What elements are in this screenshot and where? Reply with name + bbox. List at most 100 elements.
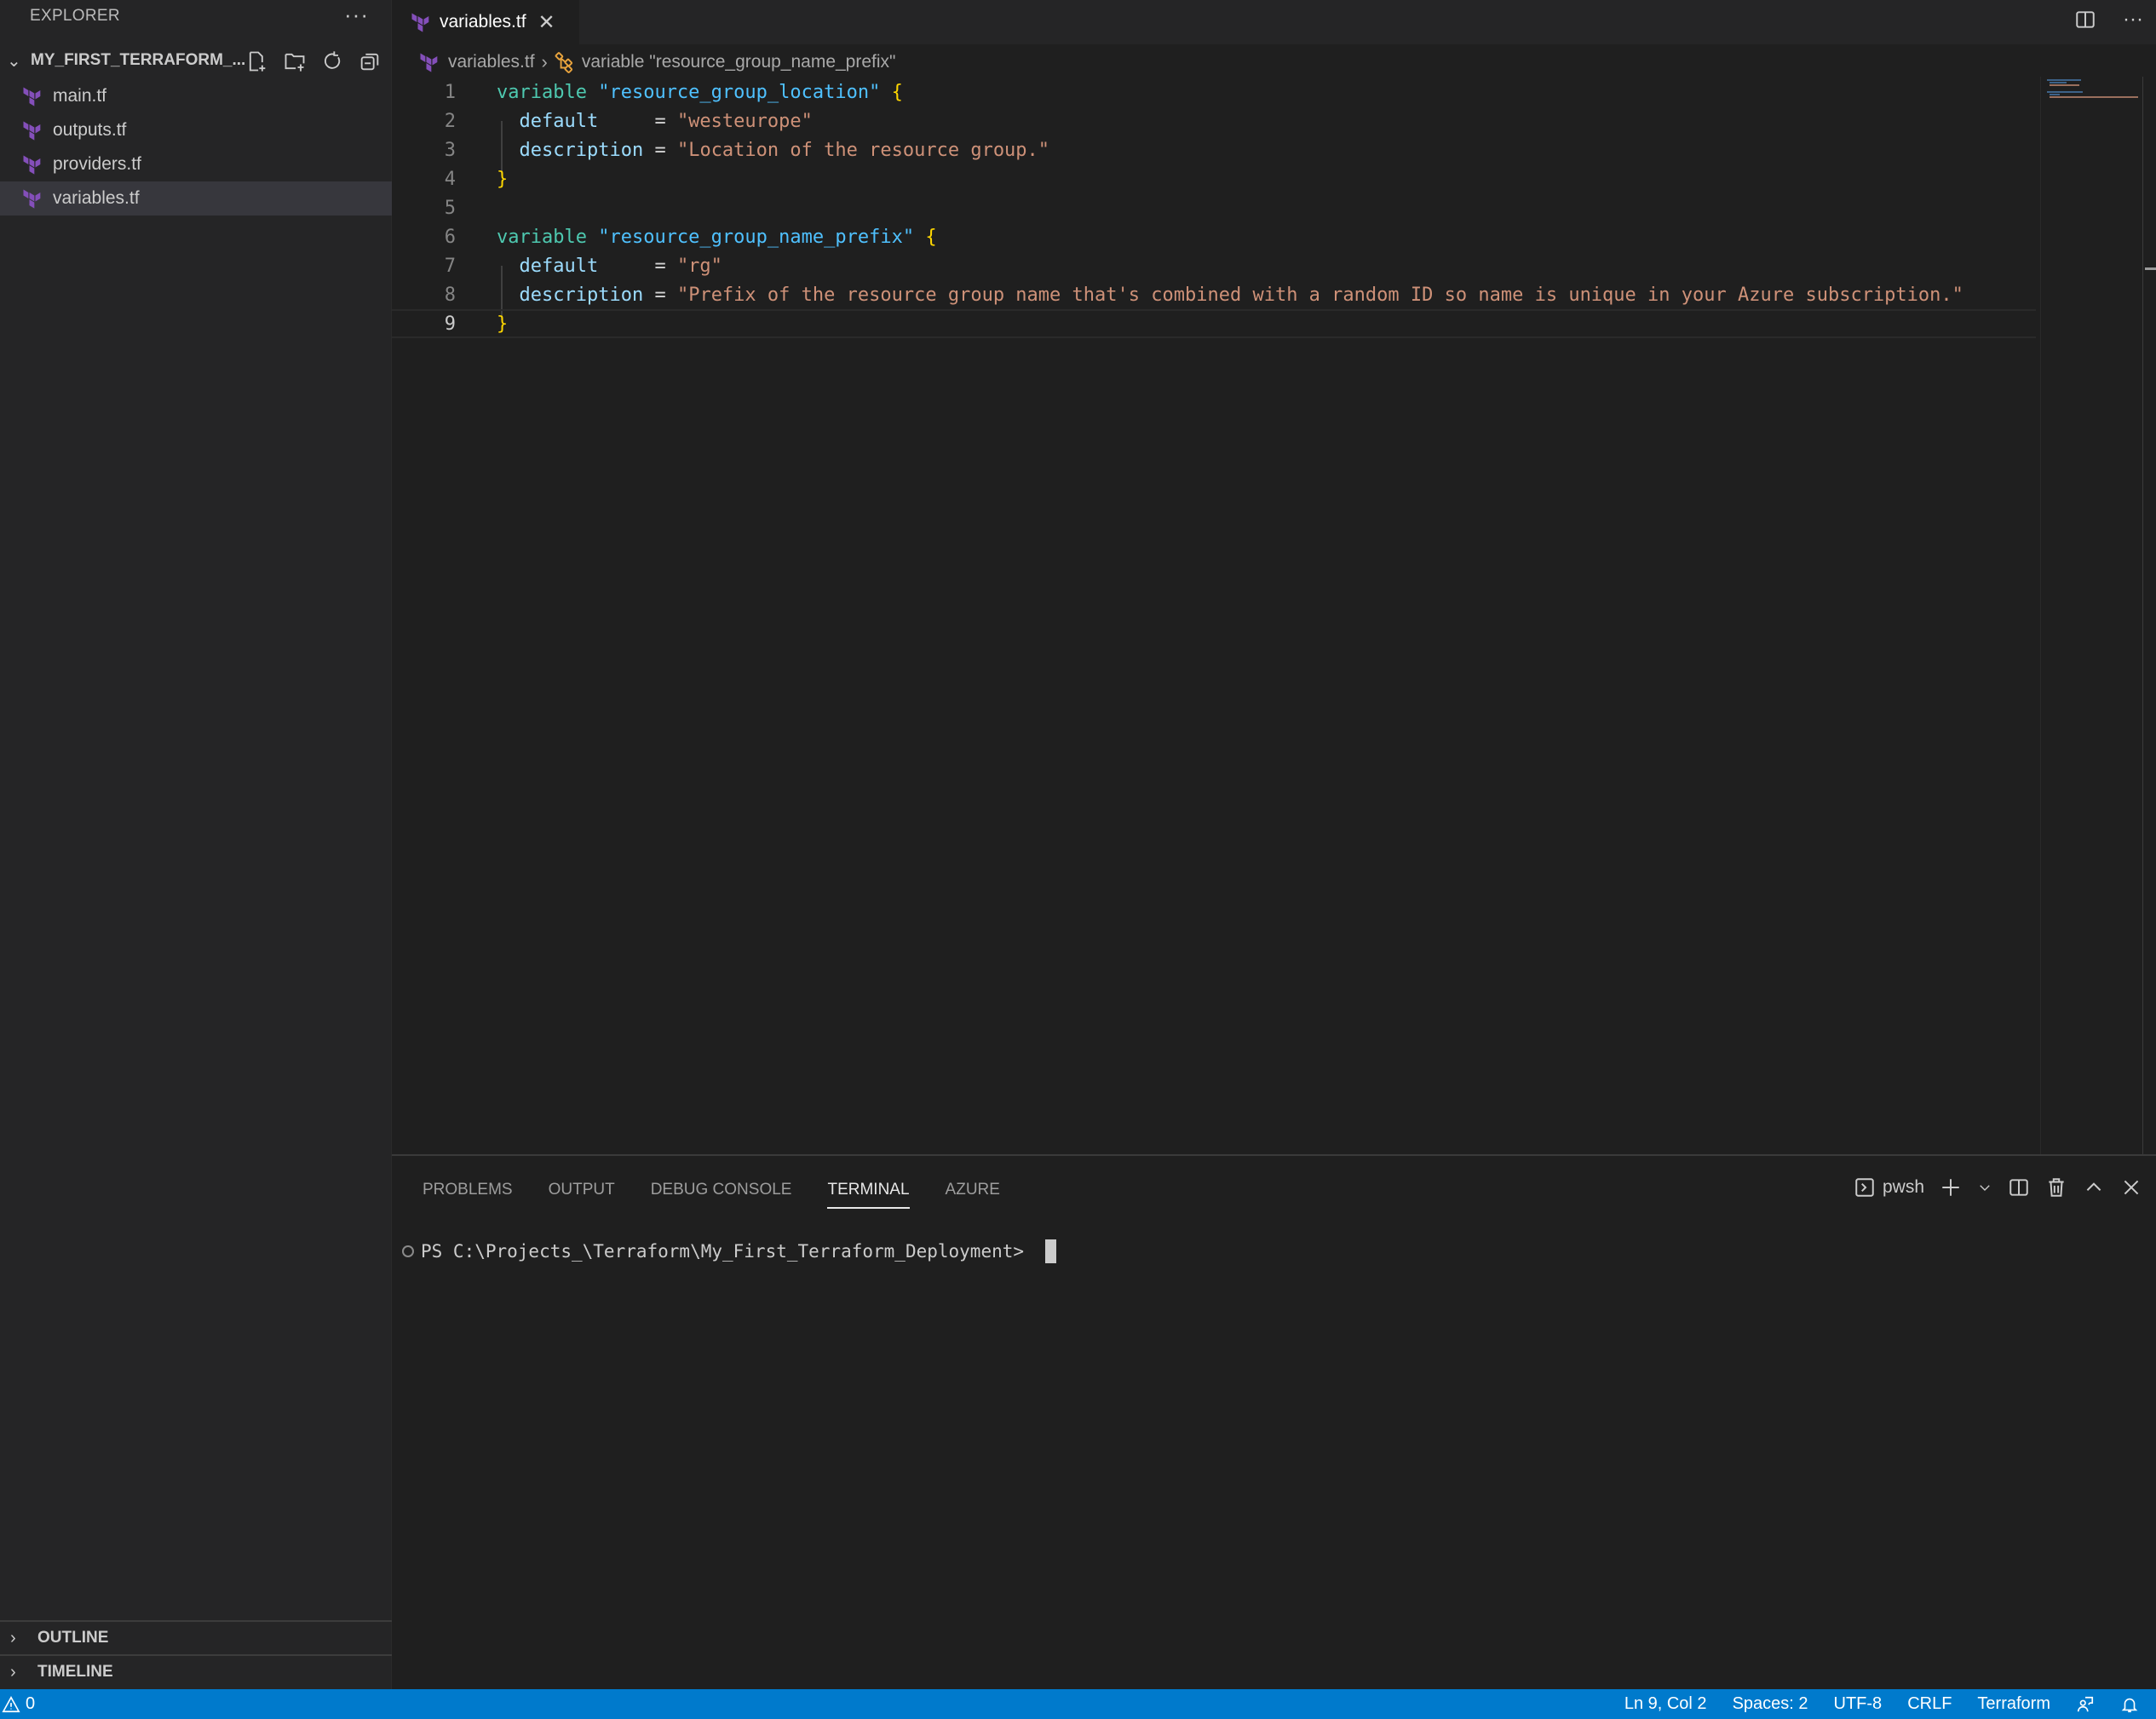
tab-variables-tf[interactable]: variables.tf ✕ (392, 0, 579, 44)
terminal-name: pwsh (1882, 1177, 1924, 1197)
problems-count: 0 (26, 1694, 36, 1713)
breadcrumb-symbol[interactable]: variable "resource_group_name_prefix" (582, 52, 896, 72)
terminal-instance-selector[interactable]: pwsh (1854, 1173, 1924, 1202)
editor-scrollbar[interactable] (2142, 77, 2156, 1154)
timeline-section-header[interactable]: › TIMELINE (0, 1654, 392, 1688)
problems-status[interactable]: 0 (0, 1694, 35, 1714)
maximize-panel-button[interactable] (2083, 1173, 2105, 1202)
code-line[interactable]: 9} (392, 309, 2036, 338)
timeline-label: TIMELINE (37, 1663, 113, 1681)
line-number: 2 (444, 110, 456, 132)
code-line[interactable]: 4} (392, 164, 2036, 193)
new-terminal-button[interactable] (1940, 1173, 1962, 1202)
split-terminal-button[interactable] (2008, 1173, 2030, 1202)
code-token: { (925, 226, 937, 248)
encoding-status[interactable]: UTF-8 (1834, 1694, 1883, 1714)
panel-tab-azure[interactable]: AZURE (946, 1175, 1000, 1209)
collapse-folders-button[interactable] (356, 48, 383, 75)
code-token: variable (497, 81, 587, 103)
breadcrumb-file[interactable]: variables.tf (448, 52, 535, 72)
split-editor-button[interactable] (2071, 5, 2100, 34)
code-token: variable (497, 226, 587, 248)
file-tree-item-main-tf[interactable]: main.tf (0, 79, 392, 113)
panel-tab-debug-console[interactable]: DEBUG CONSOLE (651, 1175, 792, 1209)
outline-section-header[interactable]: › OUTLINE (0, 1620, 392, 1654)
line-number: 4 (444, 168, 456, 190)
terminal-prompt: PS C:\Projects_\Terraform\My_First_Terra… (421, 1241, 1035, 1262)
code-token: = (643, 284, 677, 306)
notifications-button[interactable] (2120, 1695, 2139, 1714)
bottom-panel: PROBLEMS OUTPUT DEBUG CONSOLE TERMINAL A… (392, 1154, 2156, 1689)
workspace-folder-header[interactable]: ⌄ MY_FIRST_TERRAFORM_... (0, 46, 392, 75)
bell-icon (2121, 1698, 2138, 1712)
code-line[interactable]: 3 description = "Location of the resourc… (392, 135, 2036, 164)
line-number: 8 (444, 284, 456, 306)
line-number: 5 (444, 197, 456, 219)
chevron-down-icon: ⌄ (7, 51, 21, 71)
command-decoration-icon (402, 1245, 414, 1257)
minimap-line (2050, 84, 2079, 86)
code-text: } (497, 313, 508, 335)
code-line[interactable]: 5 (392, 193, 2036, 222)
minimap-line (2050, 96, 2138, 98)
tab-label: variables.tf (440, 12, 526, 32)
code-line[interactable]: 7 default = "rg" (392, 251, 2036, 280)
code-token: "Location of the resource group." (676, 139, 1050, 161)
line-number: 7 (444, 255, 456, 277)
workspace-folder-name: MY_FIRST_TERRAFORM_... (31, 51, 246, 69)
warning-icon (2, 1695, 20, 1712)
file-name: variables.tf (53, 188, 140, 208)
code-line[interactable]: 8 description = "Prefix of the resource … (392, 280, 2036, 309)
terminal-profile-dropdown[interactable] (1977, 1173, 1992, 1202)
file-tree-item-outputs-tf[interactable]: outputs.tf (0, 113, 392, 147)
panel-tab-problems[interactable]: PROBLEMS (423, 1175, 513, 1209)
code-line[interactable]: 2 default = "westeurope" (392, 106, 2036, 135)
code-text: description = "Prefix of the resource gr… (497, 285, 1963, 306)
collapse-all-icon (360, 53, 379, 71)
editor-more-actions-button[interactable]: ··· (2119, 5, 2147, 34)
status-bar: 0 Ln 9, Col 2 Spaces: 2 UTF-8 CRLF Terra… (0, 1689, 2156, 1719)
new-folder-button[interactable] (281, 48, 308, 75)
code-token: description (519, 284, 644, 306)
file-tree-item-providers-tf[interactable]: providers.tf (0, 147, 392, 181)
split-terminal-icon (2009, 1179, 2028, 1196)
panel-tab-terminal[interactable]: TERMINAL (827, 1175, 910, 1209)
new-folder-icon (285, 53, 305, 72)
feedback-button[interactable] (2076, 1695, 2095, 1714)
outline-label: OUTLINE (37, 1629, 109, 1647)
language-mode-status[interactable]: Terraform (1977, 1694, 2050, 1714)
cursor-position-status[interactable]: Ln 9, Col 2 (1624, 1694, 1707, 1714)
refresh-explorer-button[interactable] (319, 48, 346, 75)
explorer-title: EXPLORER (30, 7, 120, 25)
code-token: "resource_group_location" (598, 81, 881, 103)
minimap-line (2047, 91, 2083, 93)
code-line[interactable]: 1 variable "resource_group_location" { (392, 78, 2036, 106)
code-line[interactable]: 6 variable "resource_group_name_prefix" { (392, 222, 2036, 251)
terraform-icon (23, 155, 41, 175)
close-tab-button[interactable]: ✕ (538, 10, 555, 35)
minimap[interactable] (2040, 77, 2142, 1154)
close-panel-button[interactable] (2120, 1173, 2142, 1202)
code-token: } (497, 168, 509, 190)
explorer-more-actions-button[interactable]: ··· (344, 2, 369, 28)
code-token: = (598, 255, 677, 277)
code-token: "Prefix of the resource group name that'… (676, 284, 1963, 306)
kill-terminal-button[interactable] (2045, 1173, 2067, 1202)
code-text: variable "resource_group_location" { (497, 82, 903, 103)
trash-icon (2049, 1178, 2064, 1197)
code-editor[interactable]: 1 variable "resource_group_location" {2 d… (392, 77, 2040, 1154)
indentation-status[interactable]: Spaces: 2 (1733, 1694, 1808, 1714)
line-number: 3 (444, 139, 456, 161)
file-tree-item-variables-tf[interactable]: variables.tf (0, 181, 392, 216)
new-file-button[interactable] (244, 48, 271, 75)
eol-status[interactable]: CRLF (1907, 1694, 1952, 1714)
file-name: outputs.tf (53, 120, 127, 140)
terminal-output[interactable]: PS C:\Projects_\Terraform\My_First_Terra… (402, 1239, 1056, 1263)
explorer-sidebar: EXPLORER ··· ⌄ MY_FIRST_TERRAFORM_... ma… (0, 0, 392, 1689)
line-number: 9 (444, 313, 456, 335)
code-token: { (891, 81, 903, 103)
panel-tab-output[interactable]: OUTPUT (549, 1175, 615, 1209)
